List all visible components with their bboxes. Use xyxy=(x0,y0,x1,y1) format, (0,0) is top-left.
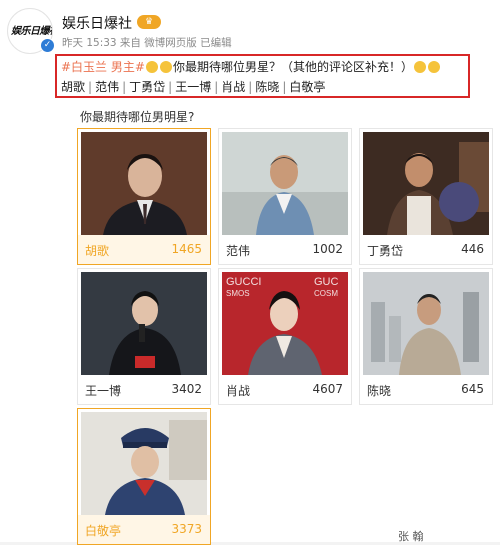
candidate-name: 白敬亭 xyxy=(289,80,326,94)
emoji-icon xyxy=(413,61,426,73)
candidate-list: 胡歌 | 范伟 | 丁勇岱 | 王一博 | 肖战 | 陈晓 | 白敬亭 xyxy=(61,80,326,94)
avatar-logo-text: 娱乐日爆社 xyxy=(11,26,52,37)
option-votes: 446 xyxy=(461,242,484,256)
candidate-name: 范伟 xyxy=(95,80,120,94)
option-name: 肖战 xyxy=(226,384,251,398)
photo-text-smos: SMOS xyxy=(226,289,250,298)
weibo-post-card: 娱乐日爆社 ✓ 娱乐日爆社 ♛ 昨天 15:33 来自 微博网页版 已编辑 #白… xyxy=(0,0,500,545)
candidate-photo xyxy=(363,272,489,375)
option-votes: 1002 xyxy=(312,242,343,256)
verified-icon: ✓ xyxy=(40,38,55,53)
option-name: 陈晓 xyxy=(367,384,392,398)
option-votes: 3402 xyxy=(171,382,202,396)
poll-option-2[interactable]: 范伟 1002 xyxy=(218,128,352,265)
option-name: 王一博 xyxy=(85,384,122,398)
poll-option-5[interactable]: GUCCI SMOS GUC COSM 肖战 4607 xyxy=(218,268,352,405)
option-votes: 3373 xyxy=(171,522,202,536)
option-name: 胡歌 xyxy=(85,244,110,258)
option-votes: 645 xyxy=(461,382,484,396)
page: 娱乐日爆社 ✓ 娱乐日爆社 ♛ 昨天 15:33 来自 微博网页版 已编辑 #白… xyxy=(0,0,500,545)
emoji-icon xyxy=(145,61,158,73)
candidate-photo xyxy=(81,412,207,515)
poll-question: 你最期待哪位男明星? xyxy=(80,110,195,124)
post-meta: 昨天 15:33 来自 微博网页版 已编辑 xyxy=(62,37,232,49)
emoji-icon xyxy=(159,61,172,73)
candidate-name: 胡歌 xyxy=(61,80,86,94)
candidate-photo xyxy=(81,272,207,375)
hashtag-link[interactable]: #白玉兰 男主# xyxy=(61,60,145,74)
candidate-photo xyxy=(81,132,207,235)
candidate-name: 丁勇岱 xyxy=(129,80,166,94)
candidate-name: 王一博 xyxy=(175,80,212,94)
candidate-photo xyxy=(363,132,489,235)
option-votes: 1465 xyxy=(171,242,202,256)
candidate-photo: GUCCI SMOS GUC COSM xyxy=(222,272,348,375)
photo-text-gucci-left: GUCCI xyxy=(226,276,261,288)
photo-text-gucci-right: GUC xyxy=(314,276,339,288)
option-name: 丁勇岱 xyxy=(367,244,404,258)
post-text-line: #白玉兰 男主# 你最期待哪位男星？（其他的评论区补充！） xyxy=(61,58,441,75)
account-name[interactable]: 娱乐日爆社 xyxy=(62,13,132,33)
candidate-photo xyxy=(222,132,348,235)
candidate-name: 陈晓 xyxy=(255,80,280,94)
vip-crown-icon: ♛ xyxy=(137,15,161,29)
poll-option-1[interactable]: 胡歌 1465 xyxy=(77,128,211,265)
poll-option-3[interactable]: 丁勇岱 446 xyxy=(359,128,493,265)
poll-option-6[interactable]: 陈晓 645 xyxy=(359,268,493,405)
post-question: 你最期待哪位男星？（其他的评论区补充！） xyxy=(172,60,413,74)
option-votes: 4607 xyxy=(312,382,343,396)
candidate-name: 肖战 xyxy=(221,80,246,94)
poll-option-7[interactable]: 白敬亭 3373 xyxy=(77,408,211,545)
photo-text-cosm: COSM xyxy=(314,289,338,298)
option-name: 范伟 xyxy=(226,244,251,258)
poll-option-4[interactable]: 王一博 3402 xyxy=(77,268,211,405)
option-name: 白敬亭 xyxy=(85,524,122,538)
emoji-icon xyxy=(427,61,440,73)
